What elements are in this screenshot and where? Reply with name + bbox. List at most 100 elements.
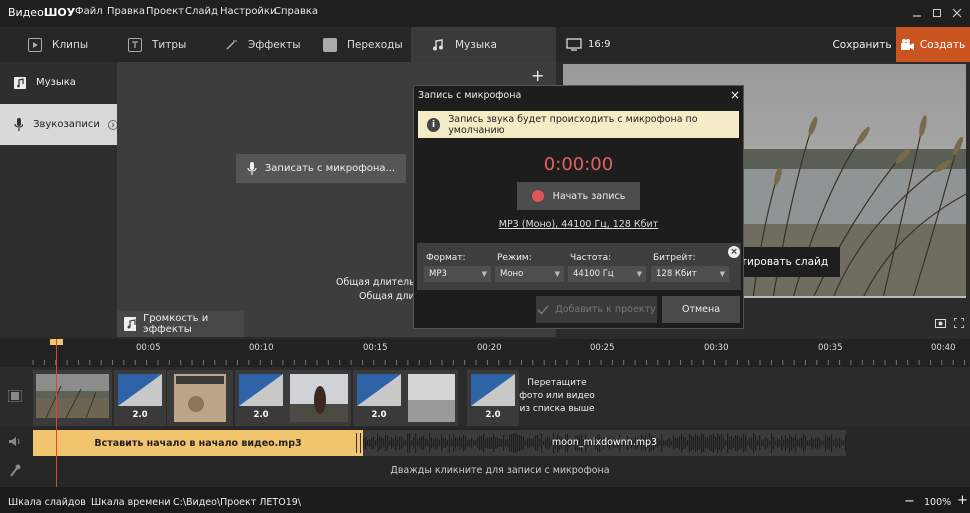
bitrate-select[interactable]: 128 Кбит ▼ — [651, 266, 729, 282]
drag-hint-line: из списка выше — [519, 404, 595, 414]
record-timer: 0:00:00 — [543, 154, 614, 175]
play-icon — [28, 37, 42, 52]
audio-clip[interactable]: Вставить начало в начало видео.mp3 — [33, 430, 363, 456]
transition-thumbnail — [118, 374, 162, 406]
slide-clip[interactable] — [287, 370, 351, 426]
menu-file[interactable]: Файл — [75, 6, 103, 17]
aspect-ratio-label: 16:9 — [588, 39, 611, 50]
drag-hint-line: фото или видео — [519, 391, 595, 401]
info-icon: i — [427, 117, 441, 132]
app-logo: ВидеоШОУ — [8, 6, 76, 19]
format-select[interactable]: MP3 ▼ — [424, 266, 491, 282]
menu-project[interactable]: Проект — [146, 6, 184, 17]
tab-music[interactable]: Музыка — [411, 27, 556, 62]
add-to-project-label: Добавить к проекту — [555, 304, 656, 315]
aspect-ratio-selector[interactable]: 16:9 — [566, 38, 610, 51]
drag-hint-line: Перетащите — [527, 378, 587, 388]
transition-clip[interactable]: 2.0 — [235, 370, 287, 426]
project-path: C:\Видео\Проект ЛЕТО19\ — [173, 497, 301, 508]
start-recording-button[interactable]: Начать запись — [517, 182, 640, 210]
microphone-icon — [247, 162, 257, 175]
tab-effects-label: Эффекты — [248, 38, 301, 51]
mic-track-hint: Дважды кликните для записи с микрофона — [390, 465, 610, 476]
tab-music-label: Музыка — [455, 38, 497, 51]
tab-effects[interactable]: Эффекты — [206, 27, 301, 62]
mic-record-dialog: Запись с микрофона × i Запись звука будет… — [413, 85, 744, 329]
bitrate-label: Битрейт: — [653, 253, 696, 263]
maximize-icon[interactable] — [926, 2, 948, 24]
tab-titles[interactable]: Титры — [110, 27, 206, 62]
zoom-level: 100% — [924, 497, 952, 508]
slide-clip[interactable] — [33, 370, 112, 426]
add-plus-icon[interactable]: + — [531, 66, 544, 85]
sidebar-item-music-label: Музыка — [36, 77, 76, 88]
start-recording-label: Начать запись — [552, 190, 626, 202]
info-banner: i Запись звука будет происходить с микроф… — [418, 111, 739, 138]
dropdown-arrow-icon: ▼ — [554, 270, 560, 278]
slides-scale-tab[interactable]: Шкала слайдов — [8, 497, 86, 508]
snapshot-icon[interactable] — [935, 318, 946, 328]
video-camera-icon — [900, 38, 914, 50]
record-dot-icon — [531, 190, 544, 202]
chevron-right-icon — [107, 119, 117, 130]
drag-hint: Перетащите фото или видео из списка выше — [507, 377, 607, 416]
format-label: Формат: — [426, 253, 466, 263]
format-settings-panel: Формат: Режим: Частота: Битрейт: MP3 ▼ Мо… — [417, 243, 741, 290]
sidebar-item-recordings[interactable]: Звукозаписи — [0, 104, 117, 145]
sidebar-item-music[interactable]: Музыка — [0, 62, 117, 103]
close-settings-icon[interactable]: × — [728, 246, 740, 258]
transition-clip[interactable]: 2.0 — [114, 370, 166, 426]
transition-thumbnail — [357, 374, 401, 406]
audio-clip[interactable]: moon_mixdownn.mp3 — [363, 430, 846, 456]
rate-label: Частота: — [570, 253, 612, 263]
edit-slide-label: Редактировать слайд — [740, 256, 829, 268]
add-to-project-button[interactable]: Добавить к проекту — [536, 296, 657, 323]
volume-effects-button[interactable]: Громкость и эффекты — [117, 311, 244, 337]
format-settings-link[interactable]: MP3 (Моно), 44100 Гц, 128 Кбит — [414, 219, 743, 230]
close-icon[interactable]: × — [730, 88, 740, 102]
create-button[interactable]: Создать — [896, 27, 970, 62]
menu-edit[interactable]: Правка — [107, 6, 145, 17]
menu-settings[interactable]: Настройки — [220, 6, 276, 17]
ruler-label: 00:30 — [704, 343, 729, 353]
create-button-label: Создать — [919, 38, 966, 51]
tab-transitions-label: Переходы — [347, 38, 403, 51]
mode-select[interactable]: Моно ▼ — [495, 266, 564, 282]
speaker-icon[interactable] — [9, 436, 21, 447]
time-scale-tab[interactable]: Шкала времени — [91, 497, 171, 508]
fullscreen-icon[interactable] — [954, 318, 964, 328]
edit-slide-button[interactable]: Редактировать слайд — [740, 247, 840, 277]
music-library-icon — [124, 317, 137, 331]
record-from-mic-button[interactable]: Записать с микрофона... — [236, 154, 406, 183]
clip-resize-handle[interactable] — [356, 433, 361, 453]
save-button[interactable]: Сохранить — [826, 27, 898, 62]
tab-clips-label: Клипы — [52, 38, 89, 51]
slide-clip[interactable] — [405, 370, 458, 426]
checkmark-icon — [537, 305, 549, 315]
rate-select[interactable]: 44100 Гц ▼ — [568, 266, 646, 282]
clip-thumbnail — [36, 374, 109, 418]
transition-clip[interactable]: 2.0 — [353, 370, 405, 426]
slide-clip[interactable] — [167, 370, 233, 426]
transition-duration: 2.0 — [371, 410, 387, 420]
audio-clip-label: moon_mixdownn.mp3 — [551, 437, 658, 448]
menu-slide[interactable]: Слайд — [185, 6, 218, 17]
mode-label: Режим: — [497, 253, 532, 263]
record-from-mic-label: Записать с микрофона... — [264, 163, 396, 174]
tab-transitions[interactable]: Переходы — [301, 27, 411, 62]
close-window-icon[interactable] — [946, 2, 968, 24]
volume-effects-label: Громкость и эффекты — [143, 313, 209, 335]
dropdown-arrow-icon: ▼ — [481, 270, 487, 278]
tab-titles-label: Титры — [152, 38, 187, 51]
cancel-button[interactable]: Отмена — [662, 296, 740, 323]
zoom-in-button[interactable]: + — [957, 493, 968, 508]
transition-icon — [323, 37, 337, 52]
info-text: Запись звука будет происходить с микрофо… — [448, 113, 698, 136]
menu-help[interactable]: Справка — [274, 6, 318, 17]
zoom-out-button[interactable]: − — [904, 494, 915, 509]
clip-thumbnail — [408, 374, 455, 422]
tab-clips[interactable]: Клипы — [0, 27, 110, 62]
playhead[interactable] — [56, 339, 57, 487]
minimize-icon[interactable] — [906, 2, 928, 24]
ruler-label: 00:35 — [818, 343, 843, 353]
